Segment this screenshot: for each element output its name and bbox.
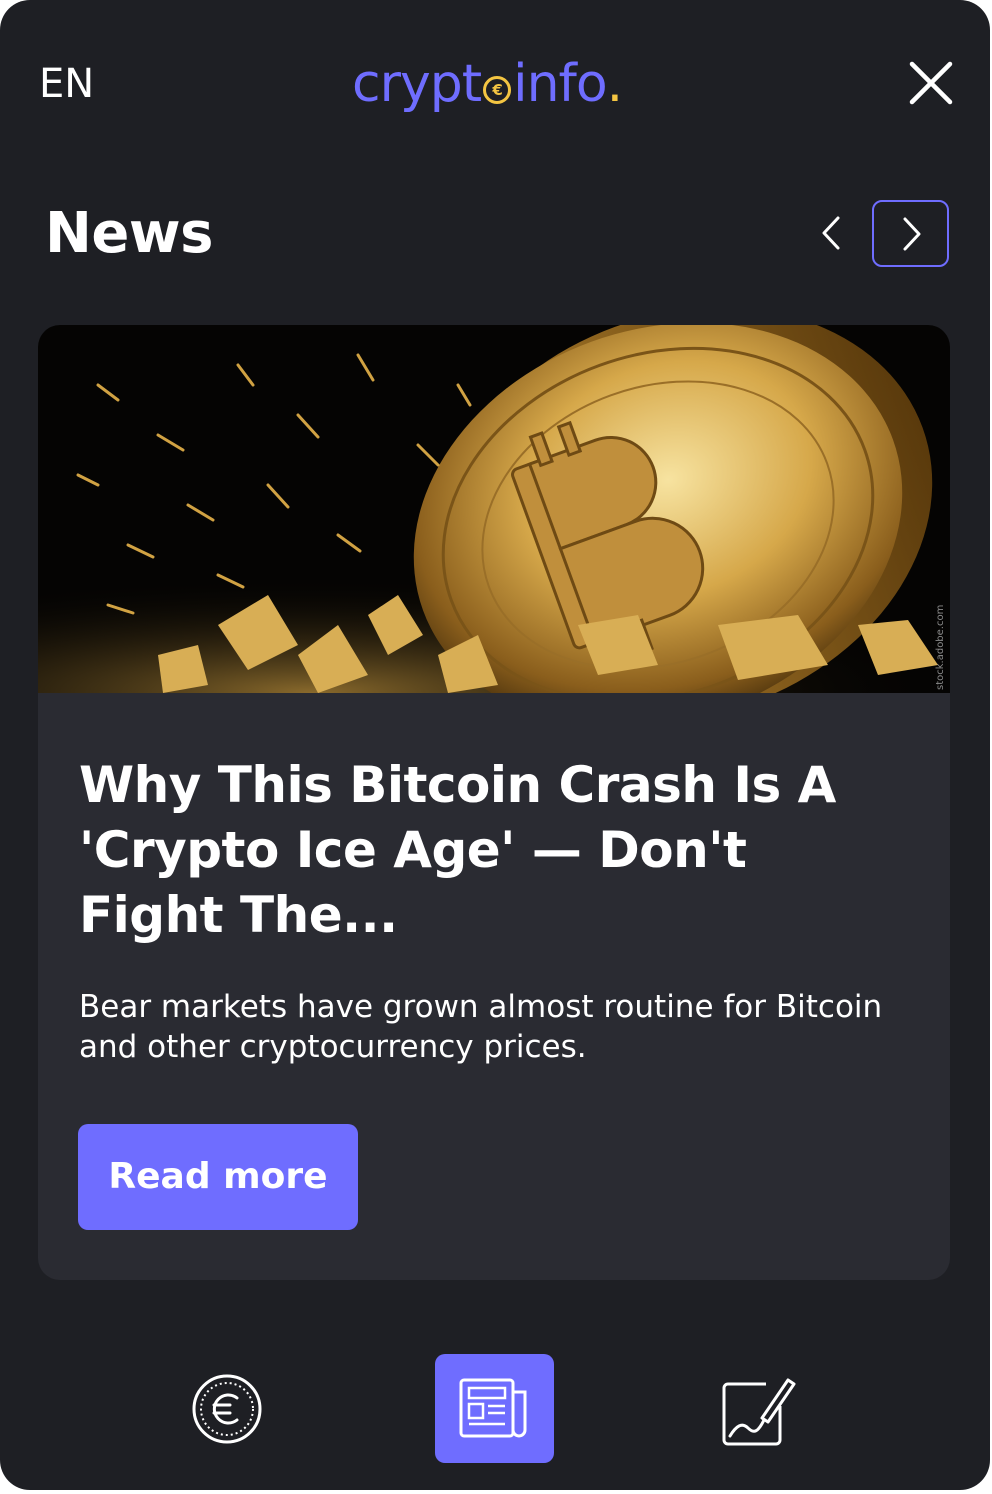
read-more-button[interactable]: Read more: [78, 1124, 358, 1230]
chevron-right-icon: [903, 217, 921, 251]
news-card: stock.adobe.com Why This Bitcoin Crash I…: [38, 325, 950, 1280]
logo-coin-icon: €: [483, 76, 512, 104]
section-title: News: [45, 201, 213, 266]
euro-coin-icon: [192, 1374, 262, 1444]
previous-article-button[interactable]: [806, 206, 856, 260]
newspaper-icon: [459, 1378, 527, 1438]
tab-signature[interactable]: [722, 1372, 798, 1448]
cryptoinfo-logo: crypt € info.: [352, 52, 624, 116]
close-button[interactable]: [906, 58, 956, 108]
crypto-info-widget: EN crypt € info. News stock.adobe.com Wh…: [0, 0, 990, 1490]
logo-dot: .: [606, 54, 624, 114]
tab-news[interactable]: [435, 1354, 554, 1463]
next-article-button[interactable]: [872, 200, 949, 267]
article-image: stock.adobe.com: [38, 325, 950, 693]
image-credit: stock.adobe.com: [935, 605, 946, 690]
language-selector[interactable]: EN: [39, 60, 94, 108]
logo-text-part1: crypt: [352, 54, 482, 114]
logo-text-part2: info: [513, 54, 608, 114]
article-summary: Bear markets have grown almost routine f…: [79, 989, 883, 1065]
signature-icon: [722, 1378, 796, 1446]
logo-coin-symbol: €: [492, 81, 502, 99]
chevron-left-icon: [822, 216, 840, 250]
article-headline[interactable]: Why This Bitcoin Crash Is A 'Crypto Ice …: [79, 753, 899, 948]
close-icon: [909, 61, 953, 105]
tab-coins[interactable]: [190, 1372, 264, 1446]
